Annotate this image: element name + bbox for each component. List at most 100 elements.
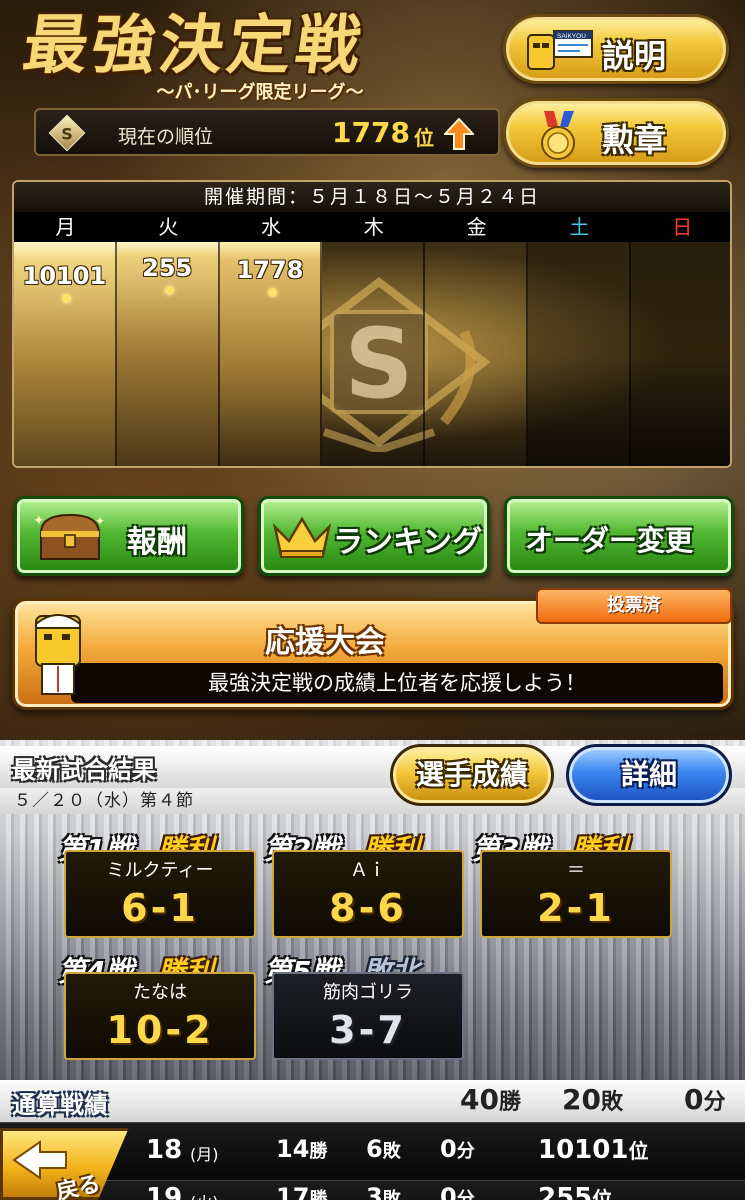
row-rank: 10101位	[538, 1135, 648, 1165]
game-5-opponent: 筋肉ゴリラ	[323, 982, 413, 1003]
game-2-opponent: Ａｉ	[350, 860, 386, 881]
game-2-card[interactable]: Ａｉ 8-6	[272, 850, 464, 938]
svg-text:✦: ✦	[33, 513, 45, 529]
weekday-wed: 水	[260, 215, 281, 239]
weekday-fri: 金	[466, 215, 487, 239]
game-1-opponent: ミルクティー	[106, 860, 214, 881]
weekday-mon: 月	[55, 215, 76, 239]
calendar-weekday-row: 月 火 水 木 金 土 日	[14, 212, 730, 242]
crown-icon	[272, 516, 332, 558]
game-2-score: 8-6	[329, 886, 407, 930]
row-draws-unit: 分	[456, 1141, 475, 1162]
svg-text:✦: ✦	[95, 514, 105, 528]
cumulative-record-bar: 通算戦績 40勝 20敗 0分	[0, 1080, 745, 1122]
order-change-button[interactable]: オーダー変更	[504, 496, 734, 576]
current-rank-bar: S 現在の順位 1778 位	[34, 108, 500, 156]
mascot-player-icon	[35, 614, 81, 695]
calendar-body: S 10101 255 1778	[14, 242, 730, 466]
calendar-cell-sat	[528, 242, 631, 466]
calendar-dot	[62, 294, 71, 303]
row-weekday: (月)	[190, 1145, 219, 1164]
explain-label: 説明	[602, 37, 667, 75]
row-rank-value: 255	[538, 1183, 593, 1200]
daily-record-row: 19 (火) 17勝 3敗 0分 255位	[0, 1180, 745, 1200]
row-weekday: (火)	[190, 1189, 219, 1200]
total-wins-value: 40	[460, 1083, 499, 1116]
event-calendar: 開催期間：５月１８日〜５月２４日 月 火 水 木 金 土 日 S 10101 2…	[12, 180, 732, 468]
row-rank-value: 10101	[538, 1135, 629, 1165]
row-rank-unit: 位	[592, 1187, 613, 1200]
page-subtitle: 〜パ･リーグ限定リーグ〜	[156, 82, 364, 103]
medal-button[interactable]: 勲章	[503, 98, 729, 168]
voted-badge: 投票済	[536, 588, 732, 624]
row-wins-unit: 勝	[309, 1189, 328, 1200]
row-wins-unit: 勝	[309, 1141, 328, 1162]
game-5-score: 3-7	[329, 1008, 407, 1052]
game-3-score: 2-1	[537, 886, 615, 930]
row-losses-unit: 敗	[382, 1189, 401, 1200]
game-1-card[interactable]: ミルクティー 6-1	[64, 850, 256, 938]
calendar-cell-sun	[630, 242, 730, 466]
row-draws: 0分	[440, 1135, 475, 1163]
support-title: 応援大会	[265, 625, 385, 660]
weekday-sun: 日	[672, 215, 693, 239]
calendar-rank-mon: 10101	[22, 262, 107, 290]
row-wins-value: 17	[276, 1183, 310, 1200]
row-losses-unit: 敗	[382, 1141, 401, 1162]
row-losses: 3敗	[366, 1183, 401, 1200]
game-3-opponent: ＝	[567, 860, 585, 881]
row-wins-value: 14	[276, 1135, 310, 1163]
total-wins-unit: 勝	[498, 1090, 521, 1115]
game-4-card[interactable]: たなは 10-2	[64, 972, 256, 1060]
calendar-dot	[164, 286, 174, 295]
order-change-label: オーダー変更	[525, 524, 694, 557]
weekday-tue: 火	[158, 215, 179, 239]
calendar-rank-wed: 1778	[236, 256, 304, 284]
row-draws-value: 0	[440, 1135, 457, 1163]
weekday-sat: 土	[569, 215, 590, 239]
game-1-score: 6-1	[121, 886, 199, 930]
row-draws-unit: 分	[456, 1189, 475, 1200]
treasure-chest-icon: ✦ ✦	[33, 513, 105, 560]
game-4-opponent: たなは	[133, 982, 187, 1003]
reward-button[interactable]: ✦ ✦ 報酬	[14, 496, 244, 576]
explain-button[interactable]: SAIKYOU 説明	[503, 14, 729, 84]
rank-label: 現在の順位	[118, 126, 214, 148]
ranking-label: ランキング	[333, 525, 483, 560]
rank-value: 1778	[332, 116, 410, 149]
total-draws: 0分	[684, 1083, 726, 1116]
row-wins: 17勝	[276, 1183, 327, 1200]
medal-icon	[541, 111, 575, 160]
row-rank: 255位	[538, 1183, 612, 1200]
player-stats-button[interactable]: 選手成績	[390, 744, 554, 806]
game-5-card[interactable]: 筋肉ゴリラ 3-7	[272, 972, 464, 1060]
game-3-card[interactable]: ＝ 2-1	[480, 850, 672, 938]
cumulative-record-title: 通算戦績	[12, 1091, 108, 1119]
explain-sign-icon: SAIKYOU	[527, 30, 593, 70]
row-day: 19	[146, 1183, 183, 1200]
total-draws-unit: 分	[703, 1090, 726, 1115]
row-draws-value: 0	[440, 1183, 457, 1200]
row-losses: 6敗	[366, 1135, 401, 1163]
rank-s-icon: S	[48, 114, 86, 152]
row-day: 18	[146, 1135, 183, 1165]
total-losses-value: 20	[562, 1083, 601, 1116]
calendar-rank-tue: 255	[142, 254, 193, 282]
calendar-cell-mon: 10101	[14, 242, 117, 466]
calendar-cell-wed: 1778	[219, 242, 323, 466]
medal-label: 勲章	[602, 121, 667, 159]
row-rank-unit: 位	[628, 1139, 649, 1163]
total-draws-value: 0	[684, 1083, 704, 1116]
calendar-cell-fri	[425, 242, 528, 466]
total-losses: 20敗	[562, 1083, 623, 1116]
reward-label: 報酬	[127, 525, 187, 560]
ranking-button[interactable]: ランキング	[258, 496, 490, 576]
calendar-cell-tue: 255	[116, 242, 220, 466]
detail-button[interactable]: 詳細	[566, 744, 732, 806]
calendar-dot	[267, 288, 277, 297]
row-losses-value: 6	[366, 1135, 383, 1163]
row-draws: 0分	[440, 1183, 475, 1200]
explain-sign-text: SAIKYOU	[557, 33, 586, 40]
rank-unit: 位	[414, 126, 434, 150]
row-losses-value: 3	[366, 1183, 383, 1200]
